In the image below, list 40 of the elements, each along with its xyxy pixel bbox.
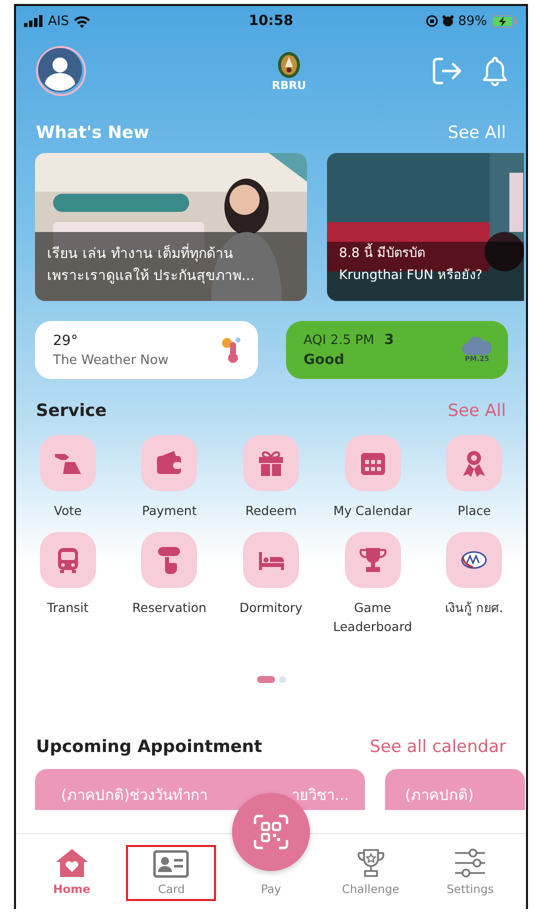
aqi-value: 3 [384,332,394,348]
weather-label: The Weather Now [53,352,168,368]
battery-percent: 89% [458,14,487,28]
appointment-title: (ภาคปกติ)ช่วงวันทำกา [61,785,208,806]
aqi-label: AQI 2.5 PM [304,333,374,348]
logo-text: RBRU [272,78,306,92]
service-label: Dormitory [238,599,304,617]
appointment-card[interactable]: (ภาคปกติ)ช่วงวันทำกา ายวิชา... [35,769,365,810]
service-label: Redeem [244,502,298,520]
section-title: Service [36,401,107,421]
appointment-card[interactable]: (ภาคปกติ) [385,769,525,810]
service-label: Vote [52,502,83,520]
nav-tab[interactable]: Card [126,845,216,901]
news-card[interactable]: เรียน เล่น ทำงาน เต็มที่ทุกด้าน เพราะเราดูแลให้ ประกันสุขภาพ... [35,153,307,301]
service-label: Reservation [131,599,208,617]
service-label: Place [456,502,492,520]
appointment-title: ายวิชา... [292,785,350,806]
service-label: Game Leaderboard [332,599,414,636]
section-title: What's New [36,123,150,143]
nav-tab[interactable]: Challenge [326,843,416,901]
service-label: Payment [141,502,198,520]
news-caption: 8.8 นี้ มีบัตรบัต Krungthai FUN หรือยัง? [339,243,520,287]
see-all-link[interactable]: See All [448,123,506,143]
service-label: Transit [46,599,90,617]
news-caption: เรียน เล่น ทำงาน เต็มที่ทุกด้าน เพราะเราดูแลให้ ประกันสุขภาพ... [47,243,303,287]
section-title: Upcoming Appointment [36,737,262,757]
see-all-link[interactable]: See all calendar [370,737,506,757]
tab-label[interactable]: Pay [260,882,282,896]
temperature: 29° [53,332,79,348]
news-card[interactable]: 8.8 นี้ มีบัตรบัต Krungthai FUN หรือยัง? [327,153,524,301]
see-all-link[interactable]: See All [448,401,506,421]
nav-tab[interactable]: Home [26,843,117,901]
carrier-name: AIS [48,14,69,28]
status-time: 10:58 [248,13,294,29]
weather-card[interactable]: 29° The Weather Now [35,321,258,379]
nav-tab[interactable]: Settings [425,843,516,901]
appointment-title: (ภาคปกติ) [405,785,474,806]
aqi-status: Good [304,352,346,368]
service-label: เงินกู้ กยศ. [444,599,504,617]
service-label: My Calendar [332,502,413,520]
